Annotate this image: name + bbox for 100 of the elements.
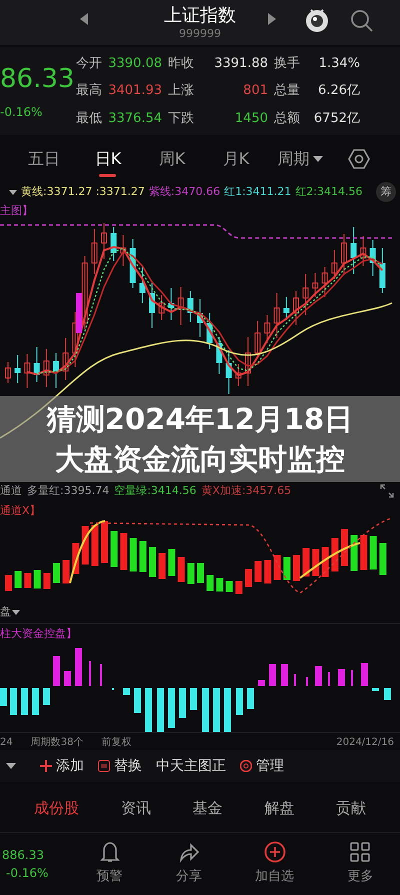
legend-text: 红2:3414.56 xyxy=(295,184,362,200)
footer-text: 前复权 xyxy=(101,736,132,750)
indicator-menu[interactable]: 盘 xyxy=(0,605,30,619)
chart-bar xyxy=(187,563,194,584)
stat-label: 昨收 xyxy=(168,54,195,73)
toolbar-button[interactable]: 管理 xyxy=(240,756,284,776)
candlestick xyxy=(322,266,328,298)
chart-bar xyxy=(120,533,128,570)
chart-bar xyxy=(361,663,368,686)
chart-bar xyxy=(379,543,386,575)
section-tab[interactable]: 资讯 xyxy=(120,796,151,820)
chart-bar xyxy=(235,581,242,594)
chart-bar xyxy=(331,538,338,572)
candlestick xyxy=(187,290,194,322)
price-text: 886.33 xyxy=(2,846,44,864)
chart-bar xyxy=(32,688,39,715)
candlestick xyxy=(91,228,98,274)
stat-label: 上涨 xyxy=(168,82,195,100)
period-tab[interactable]: 五日 xyxy=(12,141,76,177)
caret-icon xyxy=(12,610,20,614)
chart-bar xyxy=(224,688,231,732)
stat-value: 6.26亿 xyxy=(317,82,361,100)
chart-bar xyxy=(14,571,22,588)
chart-bar xyxy=(360,535,368,570)
action-button[interactable]: 分享 xyxy=(176,840,202,886)
chart-bar xyxy=(197,563,204,583)
chart-bar xyxy=(91,525,98,566)
candlestick xyxy=(206,312,213,350)
candlestick xyxy=(110,226,117,262)
chart-bar xyxy=(24,573,32,588)
caret-icon xyxy=(9,190,17,194)
candlestick xyxy=(139,266,146,304)
stat-label: 最高 xyxy=(76,82,103,100)
candlestick xyxy=(14,354,21,384)
chart-bar xyxy=(101,521,108,563)
candlestick xyxy=(245,336,251,386)
toolbar-button[interactable]: 添加 xyxy=(40,756,84,776)
stat-label: 下跌 xyxy=(168,110,195,128)
toolbar-button[interactable]: 中天主图正 xyxy=(156,756,226,776)
action-button[interactable]: 更多 xyxy=(347,840,374,886)
expand-icon xyxy=(380,484,394,498)
chart-bar xyxy=(245,569,252,587)
chart-bar xyxy=(10,688,17,715)
chart-bar xyxy=(247,688,254,709)
candlestick xyxy=(331,250,338,280)
section-tab[interactable]: 成份股 xyxy=(34,796,79,820)
legend-text: 黄X加速:3457.65 xyxy=(201,482,292,499)
period-tab[interactable]: 日K xyxy=(76,141,140,177)
chart-bar xyxy=(145,688,152,732)
stat-label: 今开 xyxy=(76,54,103,73)
stat-value: 801 xyxy=(242,82,269,100)
candlestick xyxy=(43,348,50,388)
stat-label: 换手 xyxy=(274,54,301,73)
candlestick xyxy=(283,296,290,320)
chart-bar xyxy=(34,570,41,588)
action-button[interactable]: 预警 xyxy=(96,840,123,886)
candlestick xyxy=(264,314,270,344)
stat-value: 3401.93 xyxy=(107,82,163,100)
chart-bar xyxy=(283,557,290,580)
candlestick xyxy=(5,362,11,384)
action-button[interactable]: 加自选 xyxy=(255,840,294,886)
chart-bar xyxy=(53,563,60,583)
chip-button[interactable]: 筹 xyxy=(376,182,396,202)
chart-bar xyxy=(123,688,130,695)
candlestick xyxy=(254,320,261,358)
chart-title: 通道X】 xyxy=(0,503,41,519)
period-tab[interactable]: 月K xyxy=(204,141,268,177)
chart-bar xyxy=(130,538,137,572)
chart-bar xyxy=(264,560,272,584)
stat-label: 总量 xyxy=(274,82,301,100)
chart-bar xyxy=(139,541,146,572)
candlestick xyxy=(370,240,376,276)
toolbar-button[interactable]: 替换 xyxy=(98,756,142,776)
grid-icon xyxy=(349,840,372,863)
swap-icon xyxy=(98,760,110,772)
chart-bar xyxy=(216,578,224,592)
banner-title: 大盘资金流向实时监控 xyxy=(55,441,345,478)
caret-icon xyxy=(6,763,16,769)
window-title: 上证指数 xyxy=(164,5,236,27)
period-tab[interactable]: 周K xyxy=(140,141,204,177)
legend-text: 黄线:3371.27 :3371.27 xyxy=(21,184,145,200)
section-tab[interactable]: 解盘 xyxy=(264,796,294,820)
chart-bar xyxy=(53,656,60,686)
candlestick xyxy=(341,234,347,274)
candlestick xyxy=(302,274,309,316)
chart-bar xyxy=(190,688,197,710)
change-text: -0.16% xyxy=(0,104,44,121)
candlestick xyxy=(62,338,69,380)
chart-bar xyxy=(134,688,141,713)
legend-text: 红1:3411.21 xyxy=(224,184,292,200)
candlestick xyxy=(24,354,30,388)
chart-bar xyxy=(168,688,175,728)
candlestick xyxy=(379,248,386,294)
candlestick xyxy=(350,226,357,274)
footer-text: 周期数38个 xyxy=(30,736,84,750)
period-tab[interactable]: 周期 xyxy=(268,141,332,177)
section-tab[interactable]: 贡献 xyxy=(336,796,366,820)
section-tab[interactable]: 基金 xyxy=(192,796,222,820)
bell-icon xyxy=(98,840,121,863)
chart-bar xyxy=(370,536,377,570)
